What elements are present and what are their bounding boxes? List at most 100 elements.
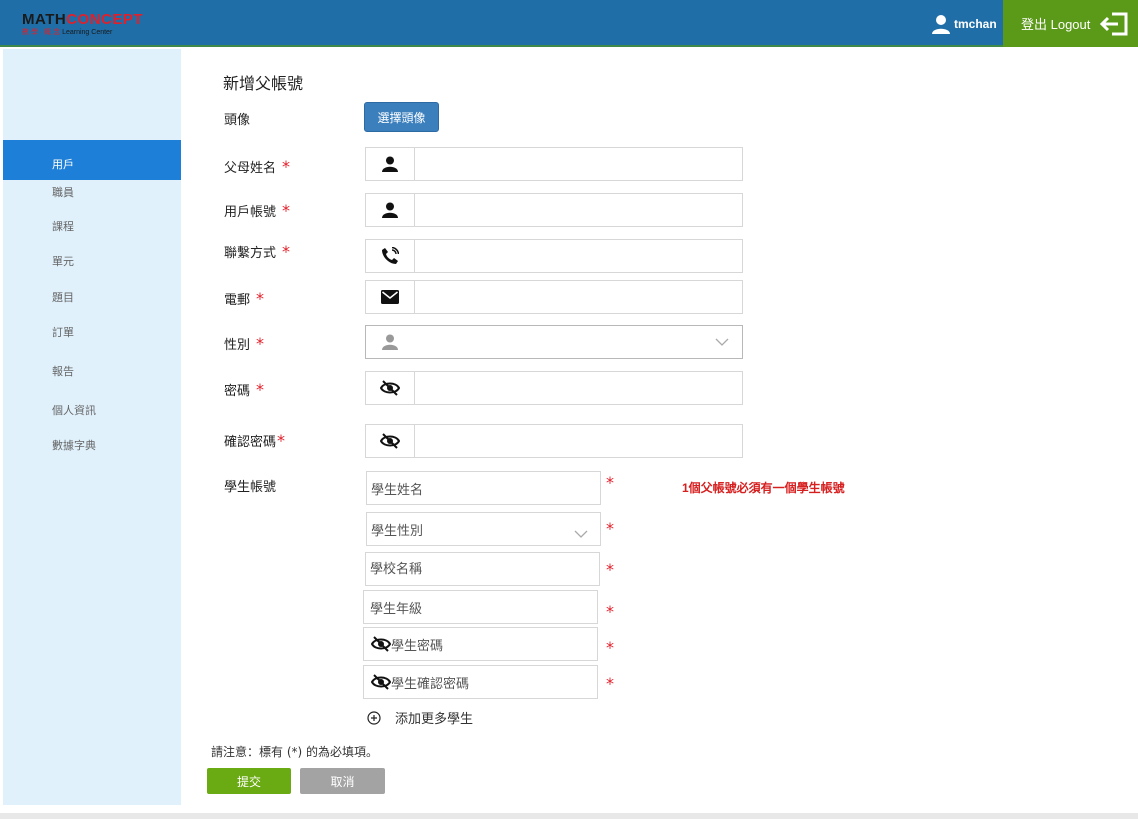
sidebar-item-profile[interactable]: 個人資訊 — [3, 400, 181, 422]
required-note: 請注意：標有 (*) 的為必填項。 — [211, 745, 378, 759]
gender-select[interactable] — [365, 325, 743, 359]
required-star: * — [256, 380, 265, 399]
required-star: * — [606, 674, 614, 693]
email-input[interactable] — [415, 281, 742, 313]
sidebar-item-questions[interactable]: 題目 — [3, 287, 181, 309]
add-more-students-button[interactable]: 添加更多學生 — [367, 708, 473, 727]
username: tmchan — [954, 17, 997, 31]
sidebar-item-label: 題目 — [52, 292, 74, 304]
sidebar-item-label: 單元 — [52, 256, 74, 268]
parent-name-field[interactable] — [365, 147, 743, 181]
username-input[interactable] — [415, 194, 742, 226]
eye-slash-icon[interactable] — [371, 636, 391, 652]
sidebar-item-label: 訂單 — [52, 327, 74, 339]
student-password-placeholder: 學生密碼 — [391, 638, 444, 654]
mail-icon — [381, 290, 399, 304]
student-grade-placeholder: 學生年級 — [370, 601, 423, 617]
page-bottom-divider — [0, 813, 1138, 819]
username-field[interactable] — [365, 193, 743, 227]
student-account-label: 學生帳號 — [224, 480, 277, 495]
confirm-password-input[interactable] — [415, 425, 742, 457]
required-star: * — [282, 201, 291, 220]
sidebar-item-label: 職員 — [52, 187, 74, 199]
sidebar-item-label: 個人資訊 — [52, 405, 96, 417]
parent-name-label-text: 父母姓名 — [224, 161, 277, 176]
student-grade-input[interactable]: 學生年級 — [363, 590, 598, 624]
password-field[interactable] — [365, 371, 743, 405]
confirm-password-label: 確認密碼* — [224, 431, 285, 450]
sidebar-item-label: 用戶 — [52, 159, 74, 171]
page-title: 新增父帳號 — [223, 74, 304, 93]
password-label: 密碼 * — [224, 380, 264, 399]
eye-slash-icon[interactable] — [371, 674, 391, 690]
sidebar: 用戶 職員 課程 單元 題目 訂單 報告 個人資訊 數據字典 — [3, 49, 181, 805]
username-label: 用戶帳號 * — [224, 201, 290, 220]
top-header: MATHCONCEPT 數 學 · 概 念 Learning Center tm… — [0, 0, 1138, 47]
choose-avatar-button[interactable]: 選擇頭像 — [364, 102, 439, 132]
sidebar-item-orders[interactable]: 訂單 — [3, 322, 181, 344]
sidebar-item-label: 數據字典 — [52, 440, 96, 452]
required-star: * — [606, 602, 614, 621]
submit-button[interactable]: 提交 — [207, 768, 291, 794]
logout-icon — [1100, 12, 1128, 35]
required-star: * — [256, 334, 265, 353]
user-icon — [382, 156, 398, 172]
required-star: * — [606, 473, 614, 492]
mathconcept-logo[interactable]: MATHCONCEPT 數 學 · 概 念 Learning Center — [22, 12, 152, 40]
username-label-text: 用戶帳號 — [224, 205, 277, 220]
required-star: * — [282, 242, 291, 261]
student-required-warning: 1個父帳號必須有一個學生帳號 — [682, 481, 845, 495]
contact-label-text: 聯繫方式 — [224, 246, 277, 261]
email-label: 電郵 * — [224, 289, 264, 308]
required-star: * — [606, 638, 614, 657]
sidebar-item-data-dictionary[interactable]: 數據字典 — [3, 435, 181, 457]
password-label-text: 密碼 — [224, 384, 251, 399]
logo-concept-text: CONCEPT — [66, 11, 144, 28]
sidebar-item-staff[interactable]: 職員 — [3, 182, 181, 204]
email-field[interactable] — [365, 280, 743, 314]
sidebar-item-label: 報告 — [52, 366, 74, 378]
user-icon — [382, 202, 398, 218]
current-user[interactable]: tmchan — [932, 13, 997, 35]
student-name-input[interactable]: 學生姓名 — [366, 471, 601, 505]
student-confirm-password-input[interactable]: 學生確認密碼 — [363, 665, 598, 699]
chevron-down-icon — [574, 530, 588, 538]
plus-circle-icon — [367, 710, 381, 725]
confirm-password-field[interactable] — [365, 424, 743, 458]
student-gender-select[interactable]: 學生性別 — [366, 512, 601, 546]
eye-slash-icon[interactable] — [380, 433, 400, 449]
eye-slash-icon[interactable] — [380, 380, 400, 396]
contact-label: 聯繫方式 * — [224, 242, 290, 261]
chevron-down-icon — [715, 338, 729, 346]
logo-sub-cn: 數 學 · 概 念 — [22, 29, 61, 36]
gender-value — [415, 326, 702, 358]
add-more-label: 添加更多學生 — [395, 712, 474, 727]
student-gender-placeholder: 學生性別 — [371, 523, 424, 539]
logout-button[interactable]: 登出 Logout — [1003, 0, 1138, 47]
logo-math-text: MATH — [22, 11, 67, 28]
sidebar-item-courses[interactable]: 課程 — [3, 216, 181, 238]
student-confirm-password-placeholder: 學生確認密碼 — [391, 676, 470, 692]
required-star: * — [606, 560, 614, 579]
logout-label: 登出 Logout — [1021, 17, 1091, 32]
required-star: * — [277, 431, 286, 450]
sidebar-item-label: 課程 — [52, 221, 74, 233]
school-name-placeholder: 學校名稱 — [370, 562, 423, 577]
password-input[interactable] — [415, 372, 742, 404]
school-name-input[interactable]: 學校名稱 — [365, 552, 600, 586]
contact-input[interactable] — [415, 240, 742, 272]
sidebar-item-units[interactable]: 單元 — [3, 251, 181, 273]
contact-field[interactable] — [365, 239, 743, 273]
email-label-text: 電郵 — [224, 293, 251, 308]
student-password-input[interactable]: 學生密碼 — [363, 627, 598, 661]
required-star: * — [606, 519, 614, 538]
required-star: * — [282, 157, 291, 176]
gender-label: 性別 * — [224, 334, 264, 353]
logo-sub-en: Learning Center — [62, 29, 113, 36]
sidebar-item-users[interactable]: 用戶 — [3, 140, 181, 180]
user-icon — [382, 334, 398, 350]
sidebar-item-reports[interactable]: 報告 — [3, 361, 181, 383]
parent-name-input[interactable] — [415, 148, 742, 180]
gender-label-text: 性別 — [224, 338, 251, 353]
cancel-button[interactable]: 取消 — [300, 768, 385, 794]
